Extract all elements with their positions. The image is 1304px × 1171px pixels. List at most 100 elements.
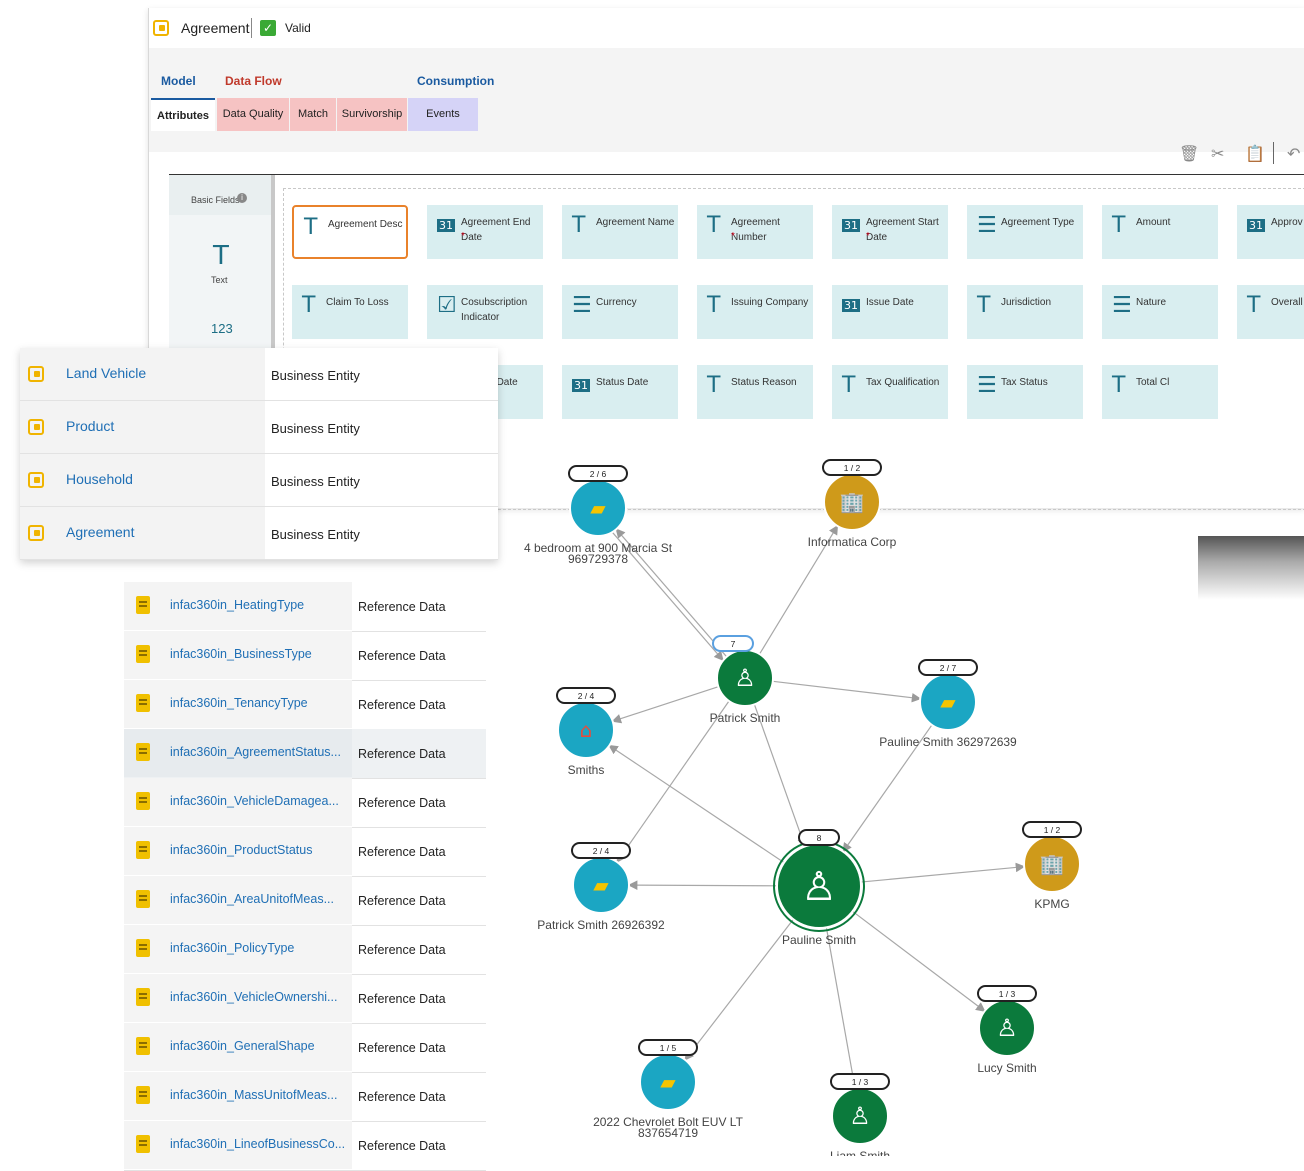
list-item[interactable]: Agreement Business Entity bbox=[20, 507, 498, 560]
reference-data-icon bbox=[136, 939, 150, 957]
field-card[interactable]: ☑ Cosubscription Indicator bbox=[427, 285, 543, 339]
list-item[interactable]: infac360in_BusinessType Reference Data bbox=[124, 631, 486, 681]
entity-name-link[interactable]: Agreement bbox=[66, 524, 134, 540]
field-card[interactable]: T Issuing Company bbox=[697, 285, 813, 339]
field-card[interactable]: T Claim To Loss bbox=[292, 285, 408, 339]
field-card[interactable]: 31 Approv bbox=[1237, 205, 1304, 259]
field-name: Issuing Company bbox=[731, 297, 809, 308]
graph-node-lucy[interactable]: ♙ 1 / 3 Lucy Smith bbox=[977, 985, 1037, 1075]
reference-name-link[interactable]: infac360in_AreaUnitofMeas... bbox=[170, 892, 334, 906]
relationship-edge[interactable] bbox=[608, 744, 785, 864]
reference-name-link[interactable]: infac360in_LineofBusinessCo... bbox=[170, 1137, 345, 1151]
graph-node-chevrolet[interactable]: ▰1 / 52022 Chevrolet Bolt EUV LT83765471… bbox=[593, 1039, 744, 1140]
text-type-icon[interactable]: T bbox=[213, 241, 229, 271]
field-card[interactable]: T Agreement Desc bbox=[292, 205, 408, 259]
relationship-edge[interactable] bbox=[611, 686, 719, 724]
graph-node-liam[interactable]: ♙ 1 / 3 Liam Smith bbox=[830, 1073, 890, 1156]
calendar-icon: 31 bbox=[842, 219, 860, 232]
list-item[interactable]: infac360in_AgreementStatus... Reference D… bbox=[124, 729, 486, 779]
field-card[interactable]: T Overall bbox=[1237, 285, 1304, 339]
field-card[interactable]: T Status Reason bbox=[697, 365, 813, 419]
list-item[interactable]: infac360in_MassUnitofMeas... Reference Da… bbox=[124, 1072, 486, 1122]
asset-icon: ▰ bbox=[593, 873, 609, 897]
field-card[interactable]: 31 Agreement Start Date * bbox=[832, 205, 948, 259]
graph-node-smiths[interactable]: ⌂ 2 / 4 Smiths bbox=[556, 687, 616, 777]
node-label: Pauline Smith 362972639 bbox=[879, 735, 1017, 749]
list-item[interactable]: infac360in_HeatingType Reference Data bbox=[124, 582, 486, 632]
field-card[interactable]: ☰ Agreement Type bbox=[967, 205, 1083, 259]
relationship-edge[interactable] bbox=[772, 680, 922, 703]
relationship-edge[interactable] bbox=[627, 880, 778, 890]
reference-name-link[interactable]: infac360in_VehicleDamagea... bbox=[170, 794, 339, 808]
relationship-graph: ▰2 / 64 bedroom at 900 Marcia St96972937… bbox=[524, 459, 1082, 1156]
relationship-edge[interactable] bbox=[852, 910, 986, 1012]
reference-name-link[interactable]: infac360in_MassUnitofMeas... bbox=[170, 1088, 337, 1102]
entity-name-link[interactable]: Land Vehicle bbox=[66, 365, 146, 381]
list-item[interactable]: Product Business Entity bbox=[20, 401, 498, 454]
graph-node-patrick[interactable]: ♙ 7 Patrick Smith bbox=[710, 635, 781, 725]
field-name: Currency bbox=[596, 297, 637, 308]
list-item[interactable]: Household Business Entity bbox=[20, 454, 498, 507]
tab-events[interactable]: Events bbox=[408, 98, 478, 131]
list-item[interactable]: infac360in_GeneralShape Reference Data bbox=[124, 1023, 486, 1073]
reference-data-icon bbox=[136, 988, 150, 1006]
list-item[interactable]: infac360in_PolicyType Reference Data bbox=[124, 925, 486, 975]
field-card[interactable]: T Jurisdiction bbox=[967, 285, 1083, 339]
list-item[interactable]: infac360in_VehicleOwnershi... Reference D… bbox=[124, 974, 486, 1024]
tab-attributes[interactable]: Attributes bbox=[151, 98, 215, 131]
relationship-edge[interactable] bbox=[753, 704, 807, 848]
delete-icon[interactable]: 🗑 bbox=[1179, 144, 1199, 164]
list-item[interactable]: infac360in_ProductStatus Reference Data bbox=[124, 827, 486, 877]
reference-name-link[interactable]: infac360in_TenancyType bbox=[170, 696, 308, 710]
relationship-edge[interactable] bbox=[616, 700, 730, 863]
name-cell bbox=[20, 454, 265, 506]
tab-survivorship[interactable]: Survivorship bbox=[337, 98, 407, 131]
reference-name-link[interactable]: infac360in_BusinessType bbox=[170, 647, 312, 661]
list-item[interactable]: infac360in_LineofBusinessCo... Reference … bbox=[124, 1121, 486, 1171]
field-card[interactable]: 31 Issue Date bbox=[832, 285, 948, 339]
tab-data-quality[interactable]: Data Quality bbox=[217, 98, 289, 131]
field-card[interactable]: T Amount bbox=[1102, 205, 1218, 259]
reference-name-link[interactable]: infac360in_HeatingType bbox=[170, 598, 304, 612]
reference-name-link[interactable]: infac360in_GeneralShape bbox=[170, 1039, 315, 1053]
field-card[interactable]: ☰ Nature bbox=[1102, 285, 1218, 339]
reference-name-link[interactable]: infac360in_PolicyType bbox=[170, 941, 294, 955]
reference-name-link[interactable]: infac360in_AgreementStatus... bbox=[170, 745, 341, 759]
graph-node-bedroom[interactable]: ▰2 / 64 bedroom at 900 Marcia St96972937… bbox=[524, 465, 673, 566]
cut-icon[interactable]: ✂ bbox=[1211, 144, 1224, 164]
badge-count: 7 bbox=[731, 639, 736, 649]
field-card[interactable]: ☰ Currency bbox=[562, 285, 678, 339]
field-card[interactable]: T Total Cl bbox=[1102, 365, 1218, 419]
node-label: Patrick Smith bbox=[710, 711, 781, 725]
field-card[interactable]: ☰ Tax Status bbox=[967, 365, 1083, 419]
undo-icon[interactable]: ↶ bbox=[1287, 144, 1300, 164]
relationship-edge[interactable] bbox=[860, 862, 1026, 883]
graph-node-informatica[interactable]: 🏢 1 / 2 Informatica Corp bbox=[808, 459, 897, 549]
integer-type-icon[interactable]: 123 bbox=[211, 321, 233, 336]
graph-node-pauline362[interactable]: ▰ 2 / 7 Pauline Smith 362972639 bbox=[879, 659, 1017, 749]
paste-icon[interactable]: 📋 bbox=[1245, 144, 1265, 164]
graph-node-pauline[interactable]: ♙ 8 Pauline Smith bbox=[773, 829, 865, 947]
entity-name-link[interactable]: Product bbox=[66, 418, 114, 434]
field-card[interactable]: 31 Agreement End Date * bbox=[427, 205, 543, 259]
text-icon: T bbox=[1112, 373, 1126, 398]
entity-name-link[interactable]: Household bbox=[66, 471, 133, 487]
reference-name-link[interactable]: infac360in_VehicleOwnershi... bbox=[170, 990, 337, 1004]
field-card[interactable]: T Agreement Number * bbox=[697, 205, 813, 259]
list-item[interactable]: infac360in_TenancyType Reference Data bbox=[124, 680, 486, 730]
graph-node-patrick269[interactable]: ▰ 2 / 4 Patrick Smith 26926392 bbox=[537, 842, 665, 932]
field-card[interactable]: 31 Status Date bbox=[562, 365, 678, 419]
relationship-edge[interactable] bbox=[825, 927, 859, 1090]
info-icon[interactable]: i bbox=[237, 193, 247, 203]
relationship-edge[interactable] bbox=[684, 918, 794, 1061]
list-item[interactable]: infac360in_AreaUnitofMeas... Reference Da… bbox=[124, 876, 486, 926]
field-card[interactable]: T Agreement Name bbox=[562, 205, 678, 259]
boolean-icon: ☑ bbox=[437, 293, 457, 318]
graph-node-kpmg[interactable]: 🏢 1 / 2 KPMG bbox=[1022, 821, 1082, 911]
field-card[interactable]: T Tax Qualification bbox=[832, 365, 948, 419]
list-item[interactable]: infac360in_VehicleDamagea... Reference Da… bbox=[124, 778, 486, 828]
tab-match[interactable]: Match bbox=[290, 98, 336, 131]
reference-name-link[interactable]: infac360in_ProductStatus bbox=[170, 843, 312, 857]
list-item[interactable]: Land Vehicle Business Entity bbox=[20, 348, 498, 401]
validity-status: Valid bbox=[285, 21, 311, 35]
